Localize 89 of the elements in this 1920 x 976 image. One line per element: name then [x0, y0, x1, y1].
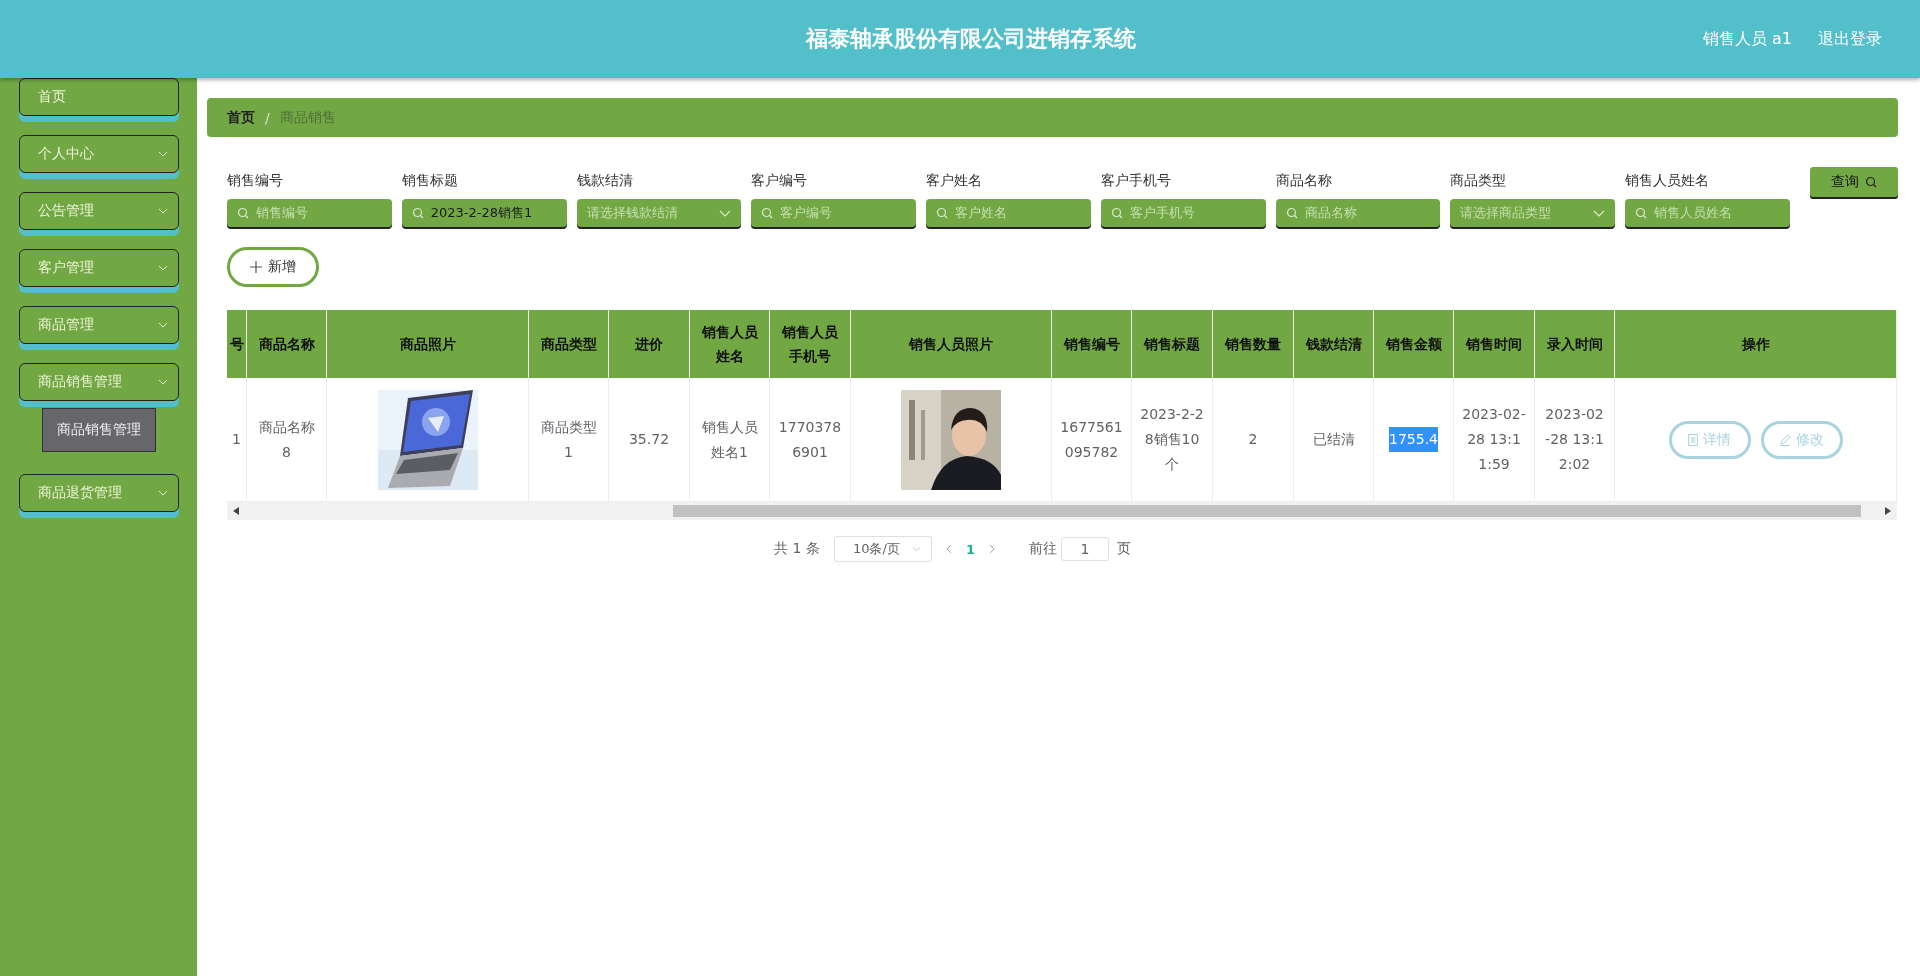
app-title: 福泰轴承股份有限公司进销存系统 — [804, 25, 1138, 53]
table-cell-text: 35.72 — [628, 430, 670, 449]
field-label: 商品类型 — [1450, 172, 1508, 190]
table-cell-text: 销售人员姓名1 — [700, 417, 759, 462]
input-field[interactable]: 客户姓名 — [926, 199, 1091, 227]
search-icon — [936, 207, 949, 219]
user-label: 销售人员 a1 — [1702, 28, 1792, 50]
plus-icon — [250, 261, 262, 273]
table-cell-text: 2023-02-28 13:11:59 — [1462, 405, 1526, 474]
column-header: 销售人员手机号 — [770, 310, 851, 378]
page-suffix: 页 — [1116, 540, 1131, 558]
column-header: 商品类型 — [529, 310, 609, 378]
table-cell-text: 2023-02-28 13:12:02 — [1544, 405, 1605, 474]
table-cell-text: 17703786901 — [778, 417, 842, 462]
chevron-icon — [1593, 209, 1606, 217]
search-icon — [237, 207, 249, 219]
search-icon — [411, 207, 424, 219]
edit-button[interactable]: 修改 — [1760, 420, 1843, 459]
field-label: 客户手机号 — [1100, 172, 1172, 190]
total-count: 共 1 条 — [774, 540, 820, 558]
logout-link[interactable]: 退出登录 — [1818, 28, 1882, 50]
search-icon — [761, 207, 774, 219]
field-label: 销售人员姓名 — [1625, 172, 1711, 190]
column-header: 商品名称 — [247, 310, 327, 378]
table-cell-text: 2023-2-28销售10个 — [1140, 405, 1204, 474]
field-label: 商品名称 — [1275, 172, 1333, 190]
page-number[interactable]: 1 — [965, 541, 975, 557]
column-header: 销售数量 — [1213, 310, 1294, 378]
column-header: 销售时间 — [1454, 310, 1535, 378]
input-field[interactable]: 客户手机号 — [1100, 199, 1266, 227]
right-arrow-icon[interactable] — [1885, 507, 1891, 515]
field-label: 销售标题 — [401, 172, 459, 190]
field-label: 钱款结清 — [576, 172, 634, 190]
chevron-icon — [911, 546, 921, 552]
table-cell-text: 1677561095782 — [1060, 417, 1123, 462]
submenu-item[interactable]: 商品销售管理 — [41, 408, 156, 452]
search-icon — [1865, 176, 1878, 188]
column-header: 销售金额 — [1374, 310, 1454, 378]
scrollbar[interactable] — [227, 502, 1897, 520]
document-icon — [1688, 433, 1698, 446]
column-header: 销售人员照片 — [851, 310, 1052, 378]
breadcrumb-link[interactable]: 首页 — [227, 108, 255, 127]
next-page-icon[interactable] — [988, 544, 995, 554]
add-button[interactable]: 新增 — [227, 247, 319, 287]
previous-page-icon[interactable] — [945, 544, 952, 554]
column-header: 号 — [227, 310, 247, 378]
page-input[interactable]: 1 — [1060, 537, 1109, 561]
input-field[interactable]: 2023-2-28销售1 — [401, 199, 567, 227]
table-cell: 1755.4 — [1389, 427, 1438, 452]
column-header: 销售标题 — [1132, 310, 1213, 378]
search-icon — [1285, 207, 1298, 219]
field-label: 客户编号 — [751, 172, 809, 190]
pencil-icon — [1779, 433, 1791, 446]
select-field[interactable]: 请选择钱款结清 — [576, 199, 742, 227]
input-field[interactable]: 商品名称 — [1275, 199, 1441, 227]
chevron-icon — [157, 208, 168, 214]
input-field[interactable]: 销售编号 — [227, 199, 392, 227]
chevron-icon — [157, 379, 168, 385]
table-cell-text: 商品类型1 — [539, 417, 598, 462]
column-header: 销售编号 — [1052, 310, 1132, 378]
field-label: 客户姓名 — [926, 172, 984, 190]
table-cell-text: 2 — [1248, 430, 1258, 449]
table-cell-text: 已结清 — [1312, 430, 1355, 449]
jump-label: 前往 — [1028, 540, 1057, 558]
table-cell-text: 商品名称8 — [257, 417, 316, 462]
chevron-icon — [157, 322, 168, 328]
details-button[interactable]: 详情 — [1668, 420, 1751, 459]
search-icon — [1635, 207, 1648, 219]
input-field[interactable]: 客户编号 — [751, 199, 917, 227]
column-header: 销售人员姓名 — [690, 310, 770, 378]
column-header: 进价 — [609, 310, 690, 378]
column-header: 录入时间 — [1535, 310, 1615, 378]
column-header: 商品照片 — [327, 310, 529, 378]
column-header: 钱款结清 — [1294, 310, 1374, 378]
chevron-icon — [157, 265, 168, 271]
chevron-icon — [157, 490, 168, 496]
chevron-icon — [157, 151, 168, 157]
search-button[interactable]: 查询 — [1810, 167, 1899, 197]
breadcrumb-separator: / — [265, 109, 270, 126]
breadcrumb-link[interactable]: 商品销售 — [279, 108, 336, 127]
left-arrow-icon[interactable] — [233, 507, 239, 515]
select-field[interactable]: 请选择商品类型 — [1450, 199, 1616, 227]
column-header: 操作 — [1615, 310, 1897, 378]
page-size-select[interactable]: 10条/页 — [833, 536, 932, 562]
table-cell-text: 1 — [232, 430, 241, 449]
field-label: 销售编号 — [227, 172, 284, 190]
search-icon — [1110, 207, 1123, 219]
chevron-icon — [719, 209, 732, 217]
input-field[interactable]: 销售人员姓名 — [1625, 199, 1791, 227]
